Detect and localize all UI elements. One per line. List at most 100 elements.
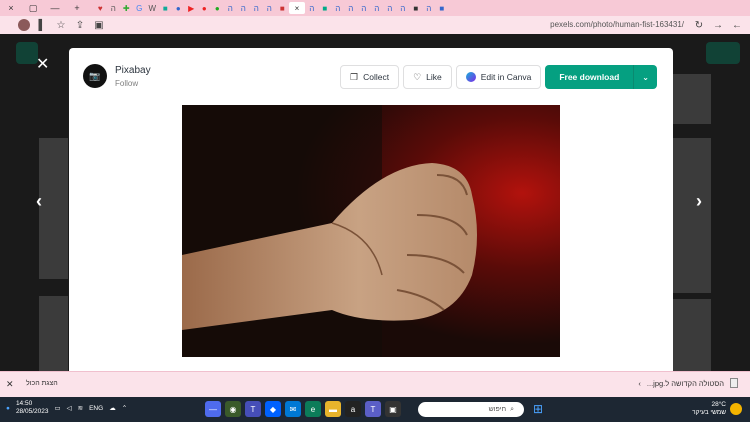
- side-panel-icon[interactable]: ▌: [35, 18, 49, 32]
- language-indicator[interactable]: ENG: [89, 405, 103, 412]
- main-photo: [182, 105, 560, 357]
- file-explorer-icon[interactable]: ▬: [325, 401, 341, 417]
- tab[interactable]: ה: [397, 2, 410, 14]
- share-icon[interactable]: ⇪: [73, 18, 87, 32]
- tab[interactable]: ●: [172, 2, 185, 14]
- weather-desc: שמשי בעיקר: [692, 409, 726, 416]
- tab[interactable]: ה: [332, 2, 345, 14]
- follow-link[interactable]: Follow: [115, 79, 151, 88]
- profile-avatar[interactable]: [18, 19, 30, 31]
- close-modal-icon[interactable]: ✕: [36, 54, 49, 74]
- volume-icon[interactable]: ◁: [67, 404, 72, 412]
- like-button[interactable]: ♡ Like: [403, 65, 452, 89]
- edit-in-canva-label: Edit in Canva: [480, 72, 532, 82]
- photo-modal: 📷 Pixabay Follow ❐ Collect ♡ Like Edit i…: [69, 48, 673, 371]
- collect-button[interactable]: ❐ Collect: [340, 65, 400, 89]
- background-photo-tile: [673, 299, 711, 371]
- mail-icon[interactable]: ✉: [285, 401, 301, 417]
- close-window-icon[interactable]: ×: [0, 0, 22, 16]
- clock[interactable]: 14:50 28/05/2023: [16, 400, 49, 416]
- search-placeholder: חיפוש: [488, 406, 507, 413]
- tray-overflow-icon[interactable]: ⌃: [122, 404, 127, 412]
- weather-temp: 28°C: [711, 401, 726, 408]
- author-block: 📷 Pixabay Follow: [83, 64, 151, 88]
- tab[interactable]: G: [133, 2, 146, 14]
- new-tab-icon[interactable]: +: [66, 0, 88, 16]
- free-download-button[interactable]: Free download ⌄: [545, 65, 657, 89]
- tab[interactable]: ▶: [185, 2, 198, 14]
- background-photo-tile: [673, 74, 711, 124]
- bookmark-star-icon[interactable]: ☆: [54, 18, 68, 32]
- nav-controls: ↻ → ←: [687, 16, 750, 34]
- chrome-profile-icon[interactable]: ◉: [225, 401, 241, 417]
- tab-strip: × ▢ — + ♥ ה ✚ G W ■ ● ▶ ● ● ה ה ה ה ■ × …: [0, 0, 750, 16]
- dropbox-icon[interactable]: ◆: [265, 401, 281, 417]
- minimize-window-icon[interactable]: —: [44, 0, 66, 16]
- tab[interactable]: ה: [107, 2, 120, 14]
- windows-taskbar: ● 14:50 28/05/2023 ▭ ◁ ≋ ENG ☁ ⌃ — ◉ T ◆…: [0, 397, 750, 422]
- tab[interactable]: ה: [250, 2, 263, 14]
- canva-icon: [465, 72, 476, 82]
- tab[interactable]: ■: [276, 2, 289, 14]
- clock-time: 14:50: [15, 400, 33, 407]
- forward-icon[interactable]: →: [711, 18, 725, 32]
- tab[interactable]: ■: [159, 2, 172, 14]
- weather-widget[interactable]: 28°C שמשי בעיקר: [692, 401, 742, 417]
- windows-start-icon[interactable]: ⊞: [530, 401, 546, 417]
- tab[interactable]: ה: [224, 2, 237, 14]
- pexels-logo: [16, 42, 38, 64]
- teams-icon[interactable]: T: [245, 401, 261, 417]
- restore-window-icon[interactable]: ▢: [22, 0, 44, 16]
- tab[interactable]: ■: [436, 2, 449, 14]
- cloud-icon[interactable]: ☁: [109, 404, 116, 412]
- tab[interactable]: ■: [410, 2, 423, 14]
- tab[interactable]: ה: [358, 2, 371, 14]
- teams-chat-icon[interactable]: T: [365, 401, 381, 417]
- wifi-icon[interactable]: ≋: [78, 404, 83, 412]
- edge-icon[interactable]: e: [305, 401, 321, 417]
- battery-icon[interactable]: ▭: [54, 404, 60, 412]
- back-icon[interactable]: ←: [730, 18, 744, 32]
- tab[interactable]: ה: [423, 2, 436, 14]
- tab[interactable]: ה: [345, 2, 358, 14]
- extension-icon[interactable]: ▣: [92, 18, 106, 32]
- notifications-icon[interactable]: ●: [6, 405, 10, 412]
- reload-icon[interactable]: ↻: [692, 18, 706, 32]
- like-label: Like: [426, 72, 442, 82]
- show-all-link[interactable]: הצגת הכול: [26, 380, 58, 387]
- tab[interactable]: ה: [306, 2, 319, 14]
- taskbar-search[interactable]: חיפוש ⌕: [418, 402, 524, 417]
- teams-meeting-icon[interactable]: —: [205, 401, 221, 417]
- task-view-icon[interactable]: ▣: [385, 401, 401, 417]
- amazon-icon[interactable]: a: [345, 401, 361, 417]
- tab[interactable]: ה: [371, 2, 384, 14]
- downloaded-file[interactable]: ‹ ...jpg.הסטולה הקדושה ל: [638, 378, 738, 388]
- author-avatar[interactable]: 📷: [83, 64, 107, 88]
- search-icon: ⌕: [510, 405, 514, 413]
- tab[interactable]: ■: [319, 2, 332, 14]
- collect-label: Collect: [363, 72, 390, 82]
- free-download-label: Free download: [559, 72, 620, 82]
- author-name[interactable]: Pixabay: [115, 65, 151, 76]
- close-downloads-icon[interactable]: ✕: [6, 379, 14, 390]
- next-photo-icon[interactable]: ›: [696, 191, 702, 212]
- fist-photo-illustration: [182, 105, 560, 357]
- tab[interactable]: ●: [211, 2, 224, 14]
- modal-actions: ❐ Collect ♡ Like Edit in Canva Free down…: [340, 65, 657, 89]
- tab[interactable]: ה: [263, 2, 276, 14]
- tab[interactable]: ✚: [120, 2, 133, 14]
- tab[interactable]: ה: [237, 2, 250, 14]
- file-name: ...jpg.הסטולה הקדושה ל: [646, 378, 724, 388]
- tab[interactable]: W: [146, 2, 159, 14]
- background-photo-tile: [39, 296, 68, 371]
- previous-photo-icon[interactable]: ‹: [36, 191, 42, 212]
- tab[interactable]: ♥: [94, 2, 107, 14]
- address-bar-url[interactable]: pexels.com/photo/human-fist-163431/: [550, 20, 684, 29]
- tab-active[interactable]: ×: [289, 2, 305, 14]
- chevron-down-icon[interactable]: ⌄: [633, 65, 657, 89]
- file-menu-chevron-icon[interactable]: ‹: [638, 379, 641, 388]
- background-photo-tile: [673, 138, 711, 293]
- tab[interactable]: ●: [198, 2, 211, 14]
- tab[interactable]: ה: [384, 2, 397, 14]
- edit-in-canva-button[interactable]: Edit in Canva: [455, 65, 542, 89]
